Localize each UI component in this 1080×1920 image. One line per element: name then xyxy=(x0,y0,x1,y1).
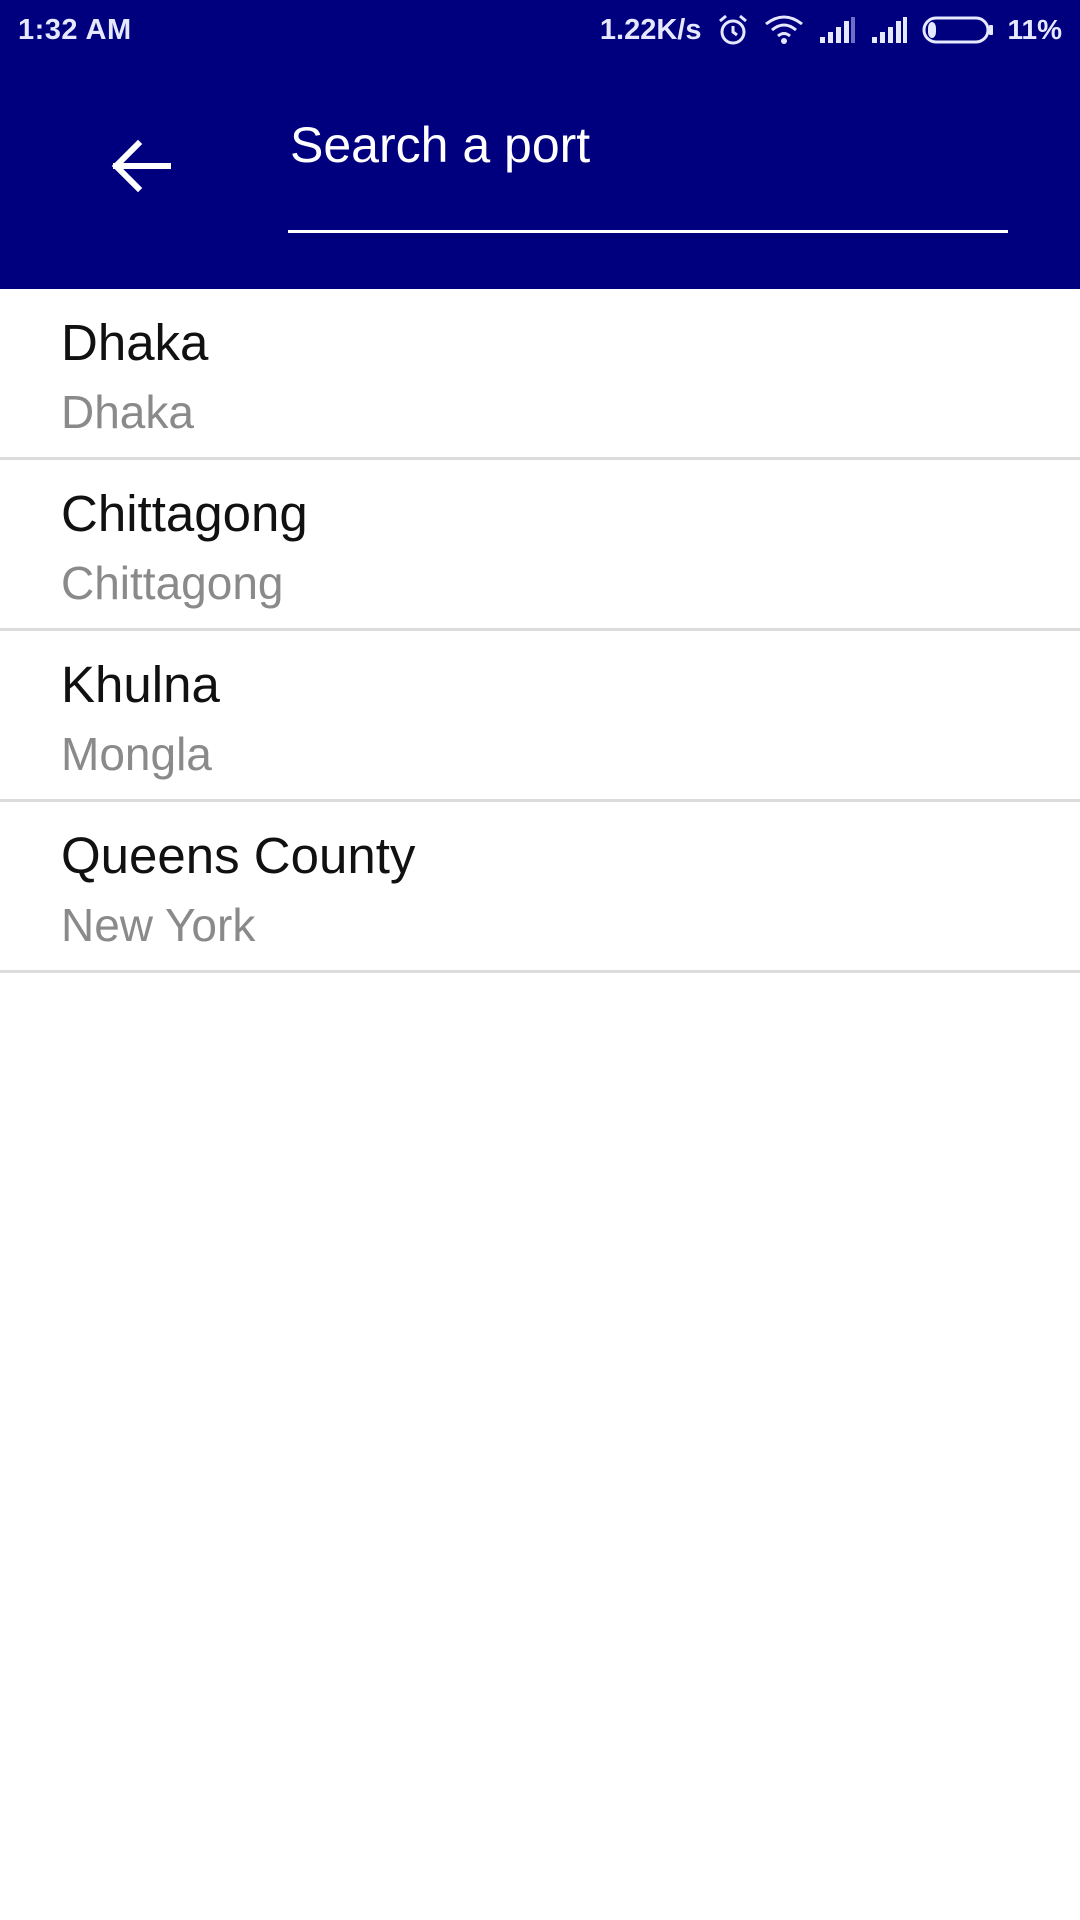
search-underline xyxy=(288,230,1008,233)
app-bar: 1:32 AM 1.22K/s 11% Search a port xyxy=(0,0,1080,289)
port-name: Chittagong xyxy=(61,485,308,542)
status-time: 1:32 AM xyxy=(18,14,132,46)
status-bar: 1:32 AM 1.22K/s 11% xyxy=(0,0,1080,62)
network-speed: 1.22K/s xyxy=(599,13,702,46)
alarm-icon xyxy=(716,13,750,47)
wifi-icon xyxy=(764,14,804,46)
list-item[interactable]: Queens County New York xyxy=(0,802,1080,973)
search-field xyxy=(288,100,1008,236)
list-item[interactable]: Khulna Mongla xyxy=(0,631,1080,802)
status-icons: 1.22K/s 11% xyxy=(600,10,1062,50)
list-item[interactable]: Chittagong Chittagong xyxy=(0,460,1080,631)
port-city: New York xyxy=(61,899,256,951)
battery-percent: 11% xyxy=(1007,14,1063,45)
port-city: Dhaka xyxy=(61,386,194,438)
port-name: Queens County xyxy=(61,827,416,884)
port-city: Chittagong xyxy=(61,557,284,609)
signal-icon xyxy=(818,15,856,45)
port-name: Dhaka xyxy=(61,314,209,371)
battery-icon xyxy=(922,15,994,45)
port-city: Mongla xyxy=(61,728,212,780)
signal-icon xyxy=(870,15,908,45)
search-input[interactable] xyxy=(290,100,1006,190)
port-name: Khulna xyxy=(61,656,220,713)
arrow-left-icon xyxy=(108,136,172,201)
list-item[interactable]: Dhaka Dhaka xyxy=(0,289,1080,460)
back-button[interactable] xyxy=(92,128,188,208)
port-list: Dhaka Dhaka Chittagong Chittagong Khulna… xyxy=(0,289,1080,973)
